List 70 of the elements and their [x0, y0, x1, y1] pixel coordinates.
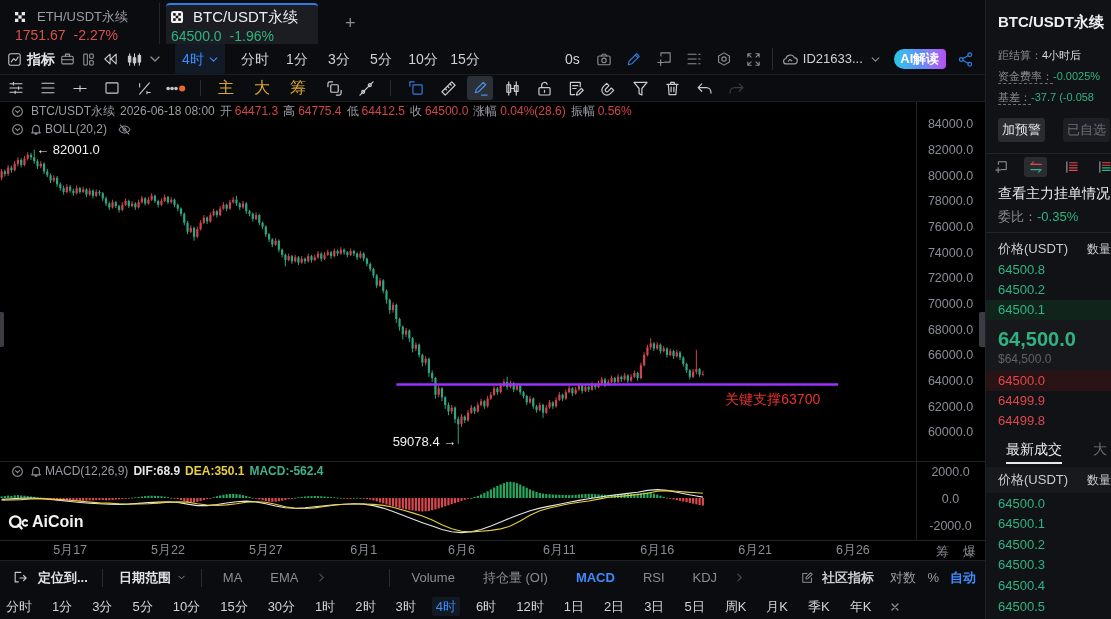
- axis-label: 6月1: [350, 542, 378, 557]
- field-label: 高: [283, 103, 296, 120]
- axis-label: 2000.0: [931, 464, 970, 479]
- trade-price: 64500.2: [998, 535, 1045, 554]
- axis-label: 82000.0: [927, 143, 974, 158]
- axis-label: -2000.0: [929, 518, 972, 533]
- axis-label: 5月22: [151, 542, 185, 557]
- axis-label: 5月17: [53, 542, 88, 557]
- axis-label: 5月27: [248, 542, 283, 557]
- indicator-label: MACD(12,26,9): [45, 463, 129, 480]
- field-label: 收: [409, 103, 422, 120]
- indicator-value: DEA:350.1: [185, 463, 245, 480]
- trade-price: 64500.4: [998, 576, 1045, 595]
- axis-label: 6月21: [738, 542, 772, 557]
- field-value: 0.04%(28.6): [500, 103, 566, 120]
- trade-price: 64500.1: [998, 515, 1045, 534]
- axis-label: 76000.0: [927, 220, 974, 235]
- last-price: 64,500.0: [998, 327, 1076, 351]
- axis-label: 60000.0: [927, 425, 974, 440]
- field-label: 低: [346, 103, 359, 120]
- axis-label: 6月6: [448, 542, 475, 557]
- field-label: 涨幅: [473, 103, 498, 120]
- stat-value: 4小时后: [1042, 49, 1082, 62]
- field-value: 0.56%: [597, 103, 632, 120]
- axis-label: 70000.0: [927, 297, 974, 312]
- stat-value: -0.35%: [1037, 208, 1079, 227]
- axis-label: 0.0: [941, 491, 960, 506]
- high-price-label: ← 82001.0: [36, 142, 100, 158]
- indicator-value: DIF:68.9: [133, 463, 181, 480]
- stat-value: -0.0025%: [1053, 70, 1101, 83]
- axis-label: 80000.0: [927, 168, 974, 183]
- axis-label: 68000.0: [927, 322, 974, 337]
- time-label: 2026-06-18 08:00: [120, 103, 215, 120]
- stat-label: 基差：: [998, 90, 1031, 105]
- axis-label: 78000.0: [927, 194, 974, 209]
- axis-label: 6月26: [836, 542, 870, 557]
- countdown-text: 0s: [565, 49, 580, 69]
- field-label: 开: [219, 103, 232, 120]
- line-label: 关键支撑63700: [725, 391, 821, 408]
- axis-label: 6月11: [542, 542, 576, 557]
- last-price-usd: $64,500.0: [998, 351, 1052, 367]
- logo-text: AiCoin: [32, 512, 84, 532]
- axis-label: 72000.0: [927, 271, 974, 286]
- column-header: 价格(USDT): [998, 471, 1069, 490]
- indicator-value: MACD:-562.4: [249, 463, 324, 480]
- axis-label: 84000.0: [927, 117, 974, 132]
- stat-label: 委比：: [998, 208, 1037, 227]
- field-value: 64412.5: [361, 103, 405, 120]
- axis-label: 6月16: [640, 542, 675, 557]
- axis-label: 74000.0: [927, 245, 974, 260]
- stat-value: -37.7 (-0.058: [1031, 91, 1094, 104]
- trade-price: 64500.5: [998, 597, 1045, 616]
- symbol-label: BTC/USDT永续: [31, 103, 115, 120]
- indicator-label: BOLL(20,2): [45, 121, 108, 138]
- market-title: BTC/USDT永续: [998, 13, 1105, 31]
- field-value: 64500.0: [424, 103, 469, 120]
- trade-price: 64500.3: [998, 556, 1045, 575]
- field-label: 振幅: [570, 103, 595, 120]
- axis-label: 66000.0: [927, 348, 974, 363]
- column-header: 数量: [1087, 472, 1111, 489]
- field-value: 64471.3: [234, 103, 279, 120]
- axis-label: 64000.0: [927, 374, 974, 389]
- column-header: 价格(USDT): [998, 240, 1069, 259]
- axis-label: 62000.0: [927, 399, 974, 414]
- trade-price: 64500.0: [998, 494, 1045, 513]
- stat-label: 距结算：: [998, 49, 1042, 62]
- field-value: 64775.4: [298, 103, 342, 120]
- low-price-label: 59078.4 →: [392, 433, 457, 449]
- column-header: 数量: [1087, 241, 1111, 258]
- stat-label: 资金费率：: [998, 69, 1053, 84]
